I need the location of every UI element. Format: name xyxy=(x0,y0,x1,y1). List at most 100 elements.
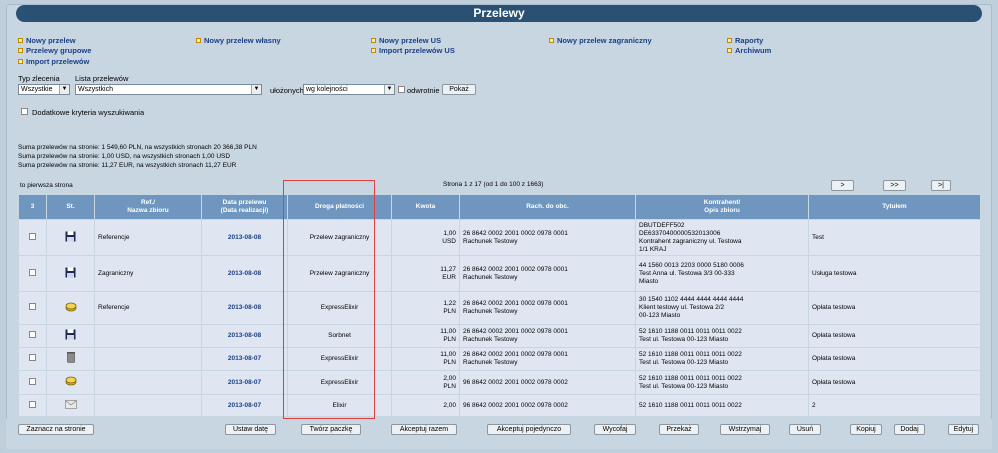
row-currency: PLN xyxy=(443,359,456,366)
col-date-header[interactable]: Data przelewu (Data realizacji) xyxy=(201,194,288,220)
row-account-name: Rachunek Testowy xyxy=(463,308,518,315)
table-row[interactable]: 2013-08-07 ExpressElixir 11,00 PLN 26 8642 0… xyxy=(18,347,981,371)
table-row[interactable]: 2013-08-07 ExpressElixir 2,00 PLN 96 8642 00… xyxy=(18,370,981,395)
summary-usd: Suma przelewów na stronie: 1,00 USD, na … xyxy=(18,153,231,160)
type-select[interactable]: Wszystkie ▼ xyxy=(18,84,70,95)
row-contractor: 30 1540 1102 4444 4444 4444 4444 Klient … xyxy=(635,291,809,325)
row-account: 96 8642 0002 2001 0002 0978 0002 xyxy=(463,401,568,409)
row-checkbox[interactable] xyxy=(29,331,36,338)
row-checkbox[interactable] xyxy=(29,354,36,361)
table-row[interactable]: 2013-08-07 Elixir 2,00 96 8642 0002 2001 00… xyxy=(18,394,981,417)
row-amount-cell: 1,22 PLN xyxy=(391,291,460,325)
accept-together-button[interactable]: Akceptuj razem xyxy=(391,424,457,435)
row-account: 26 8642 0002 2001 0002 0978 0001 xyxy=(463,351,568,358)
row-account-cell: 26 8642 0002 2001 0002 0978 0001 Rachunek… xyxy=(459,255,636,292)
pager-next-button[interactable]: > xyxy=(831,180,854,191)
bullet-icon xyxy=(18,59,23,64)
edit-button[interactable]: Edytuj xyxy=(948,424,979,435)
row-checkbox[interactable] xyxy=(29,400,36,408)
row-status-cell xyxy=(46,291,95,325)
sort-select[interactable]: wg kolejności ▼ xyxy=(303,84,395,95)
summary-eur: Suma przelewów na stronie: 11,27 EUR, na… xyxy=(18,162,237,169)
col-status-header[interactable]: St. xyxy=(46,194,95,220)
row-account-cell: 26 8642 0002 2001 0002 0978 0001 Rachunek… xyxy=(459,291,636,325)
row-date-link[interactable]: 2013-08-08 xyxy=(228,304,261,311)
page-title: Przelewy xyxy=(16,5,982,22)
row-account-cell: 26 8642 0002 2001 0002 0978 0001 Rachunek… xyxy=(459,219,636,256)
row-date-link[interactable]: 2013-08-07 xyxy=(228,402,261,409)
row-contractor: DBUTDEFF502 DE63370400000532013006 Kontr… xyxy=(635,219,809,256)
row-amount: 11,00 xyxy=(440,328,456,335)
nav-import-us-transfers[interactable]: Import przelewów US xyxy=(371,46,455,55)
row-amount: 2,00 xyxy=(443,374,456,382)
hold-button[interactable]: Wstrzymaj xyxy=(720,424,770,435)
row-title: Opłata testowa xyxy=(808,370,981,395)
delete-button[interactable]: Usuń xyxy=(789,424,821,435)
row-amount-cell: 2,00 xyxy=(391,394,460,417)
table-row[interactable]: Referencje 2013-08-08 ExpressElixir 1,22 PLN… xyxy=(18,291,981,325)
set-date-button[interactable]: Ustaw datę xyxy=(225,424,276,435)
nav-group-transfers[interactable]: Przelewy grupowe xyxy=(18,46,91,55)
row-date-link[interactable]: 2013-08-07 xyxy=(228,355,261,362)
row-checkbox[interactable] xyxy=(29,303,36,310)
table-row[interactable]: Referencje 2013-08-08 Przelew zagraniczny 1… xyxy=(18,219,981,256)
col-ref-header[interactable]: Ref./ Nazwa zbioru xyxy=(94,194,202,220)
row-status-cell xyxy=(46,370,95,395)
row-date-link[interactable]: 2013-08-08 xyxy=(228,234,261,241)
nav-new-transfer[interactable]: Nowy przelew xyxy=(18,36,76,45)
pager-first-page: to pierwsza strona xyxy=(20,182,73,189)
col-title-header[interactable]: Tytułem xyxy=(808,194,981,220)
accept-single-button[interactable]: Akceptuj pojedynczo xyxy=(487,424,571,435)
bullet-icon xyxy=(727,38,732,43)
mark-page-button[interactable]: Zaznacz na stronie xyxy=(18,424,94,435)
row-ref xyxy=(94,324,202,348)
row-amount-cell: 11,00 PLN xyxy=(391,324,460,348)
envelope-icon xyxy=(64,399,77,411)
table-row[interactable]: Zagraniczny 2013-08-08 Przelew zagraniczny… xyxy=(18,255,981,292)
row-date-link[interactable]: 2013-08-08 xyxy=(228,332,261,339)
create-package-button[interactable]: Twórz paczkę xyxy=(301,424,361,435)
transfer-button[interactable]: Przekaż xyxy=(659,424,699,435)
nav-foreign-transfer[interactable]: Nowy przelew zagraniczny xyxy=(549,36,652,45)
row-route: ExpressElixir xyxy=(287,291,392,325)
col-select-header[interactable]: 3 xyxy=(18,194,47,220)
row-amount-cell: 1,00 USD xyxy=(391,219,460,256)
row-contractor: 52 1610 1188 0011 0011 0011 0022 Test ul… xyxy=(635,370,809,395)
pager-next-many-button[interactable]: >> xyxy=(883,180,906,191)
row-checkbox[interactable] xyxy=(29,268,36,276)
row-select-cell xyxy=(18,347,47,371)
row-date-link[interactable]: 2013-08-08 xyxy=(228,270,261,277)
pager-last-button[interactable]: >| xyxy=(931,180,951,191)
list-select[interactable]: Wszystkich ▼ xyxy=(75,84,262,95)
row-status-cell xyxy=(46,219,95,256)
table-row[interactable]: 2013-08-08 Sorbnet 11,00 PLN 26 8642 0002 20… xyxy=(18,324,981,348)
col-account-header[interactable]: Rach. do obc. xyxy=(459,194,636,220)
nav-new-us-transfer[interactable]: Nowy przelew US xyxy=(371,36,441,45)
row-checkbox[interactable] xyxy=(29,377,36,385)
row-route: ExpressElixir xyxy=(287,370,392,395)
nav-import-transfers[interactable]: Import przelewów xyxy=(18,57,89,66)
nav-own-transfer[interactable]: Nowy przelew własny xyxy=(196,36,281,45)
row-ref xyxy=(94,394,202,417)
row-select-cell xyxy=(18,394,47,417)
row-route: Sorbnet xyxy=(287,324,392,348)
row-date-link[interactable]: 2013-08-07 xyxy=(228,379,261,386)
copy-button[interactable]: Kopiuj xyxy=(850,424,882,435)
row-checkbox[interactable] xyxy=(29,232,36,240)
coins-icon xyxy=(65,302,77,314)
col-contractor-header[interactable]: Kontrahent/ Opis zbioru xyxy=(635,194,809,220)
reverse-checkbox[interactable] xyxy=(398,86,405,93)
row-currency: USD xyxy=(442,237,456,245)
row-ref: Zagraniczny xyxy=(94,255,202,292)
withdraw-button[interactable]: Wycofaj xyxy=(594,424,636,435)
show-button[interactable]: Pokaż xyxy=(442,84,476,95)
row-account: 96 8642 0002 2001 0002 0978 0002 xyxy=(463,378,568,386)
col-amount-header[interactable]: Kwota xyxy=(391,194,460,220)
col-route-header[interactable]: Droga płatności xyxy=(287,194,392,220)
row-route: Przelew zagraniczny xyxy=(287,219,392,256)
add-button[interactable]: Dodaj xyxy=(894,424,925,435)
nav-reports[interactable]: Raporty xyxy=(727,36,763,45)
nav-archive[interactable]: Archiwum xyxy=(727,46,771,55)
extra-criteria-checkbox[interactable] xyxy=(21,108,28,115)
row-title: Usługa testowa xyxy=(808,255,981,292)
